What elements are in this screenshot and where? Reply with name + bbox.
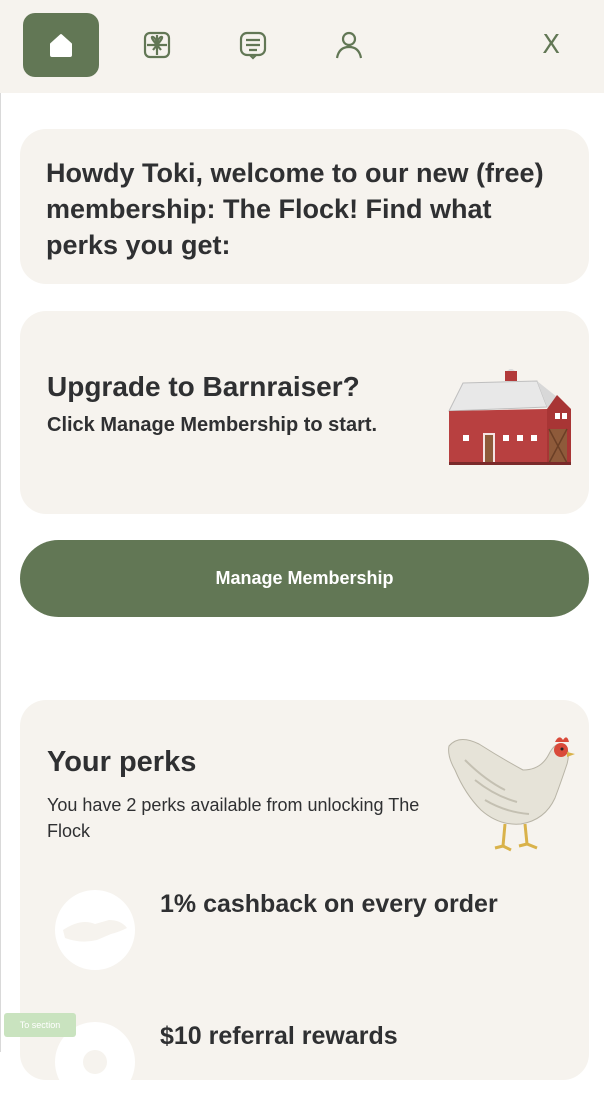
to-section-button[interactable]: To section: [4, 1013, 76, 1037]
chicken-illustration: [448, 737, 575, 852]
upgrade-title: Upgrade to Barnraiser?: [47, 371, 360, 402]
page-border: [0, 93, 1, 1052]
upgrade-subtitle: Click Manage Membership to start.: [47, 414, 378, 436]
nav-home-button[interactable]: [23, 13, 99, 77]
close-button[interactable]: X: [542, 28, 560, 62]
perk-item-label: $10 referral rewards: [160, 1022, 398, 1050]
home-icon: [50, 34, 72, 57]
referral-icon: [83, 1050, 107, 1074]
perk-item-label: 1% cashback on every order: [160, 890, 498, 918]
cashback-perk-icon: [55, 890, 135, 970]
message-icon: [239, 31, 267, 60]
top-nav: X: [0, 0, 604, 93]
cashback-icon: [63, 920, 127, 942]
nav-profile-button[interactable]: [311, 13, 387, 77]
nav-gift-button[interactable]: [119, 13, 195, 77]
manage-membership-button[interactable]: Manage Membership: [20, 540, 589, 617]
gift-icon: [143, 31, 171, 59]
welcome-card: Howdy Toki, welcome to our new (free) me…: [20, 129, 589, 284]
barn-illustration: [448, 369, 571, 465]
perks-title: Your perks: [47, 746, 197, 778]
user-icon: [335, 31, 363, 59]
nav-messages-button[interactable]: [215, 13, 291, 77]
upgrade-card: Upgrade to Barnraiser? Click Manage Memb…: [20, 311, 589, 514]
perks-subtitle: You have 2 perks available from unlockin…: [47, 795, 420, 841]
welcome-text: Howdy Toki, welcome to our new (free) me…: [46, 158, 544, 260]
perks-card: Your perks You have 2 perks available fr…: [20, 700, 589, 1102]
